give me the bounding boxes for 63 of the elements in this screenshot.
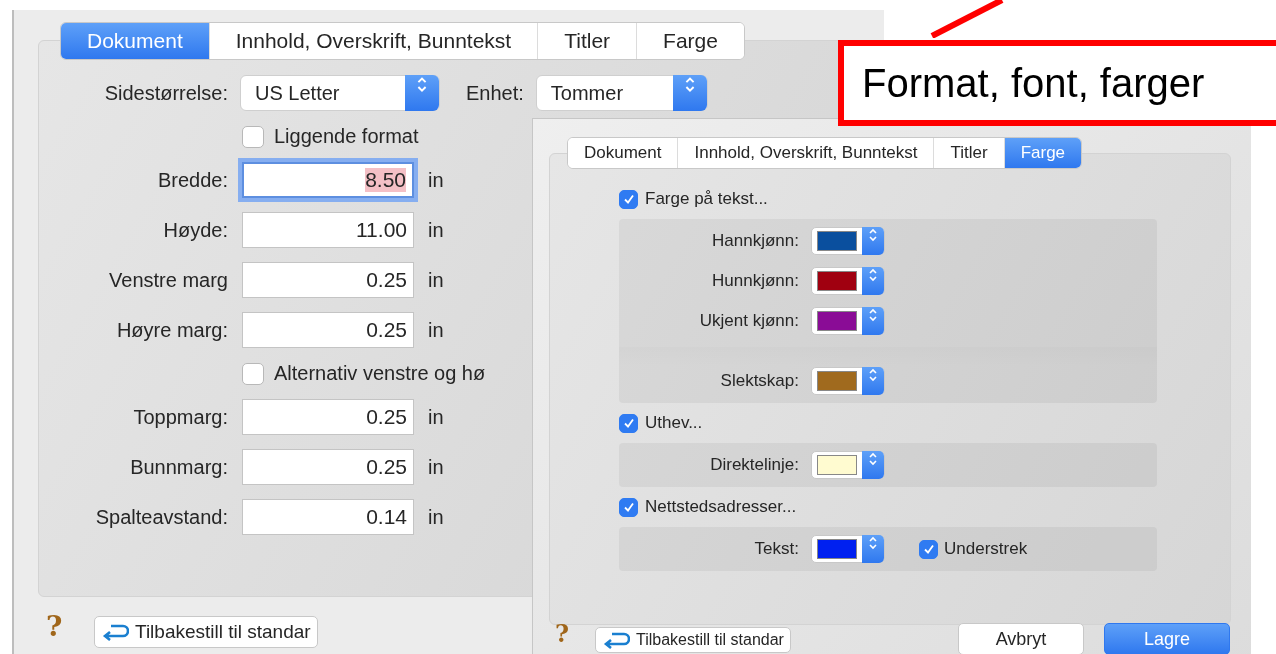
field-label: Bredde: bbox=[156, 168, 228, 192]
help-button[interactable]: ? bbox=[46, 610, 63, 643]
field-label: Toppmarg: bbox=[132, 405, 228, 429]
number-field[interactable]: 0.25 bbox=[242, 449, 414, 485]
color-well[interactable] bbox=[811, 367, 885, 395]
page-size-dropdown[interactable]: US Letter bbox=[240, 75, 440, 111]
reset-button[interactable]: Tilbakestill til standar bbox=[595, 627, 791, 653]
unit-dropdown[interactable]: Tommer bbox=[535, 75, 708, 111]
unit-label: in bbox=[428, 505, 444, 529]
checkmark-icon bbox=[622, 417, 635, 429]
field-label: Høyre marg: bbox=[115, 318, 228, 342]
number-field[interactable]: 0.14 bbox=[242, 499, 414, 535]
checkbox-label: Liggende format bbox=[274, 125, 419, 148]
number-field[interactable]: 11.00 bbox=[242, 212, 414, 248]
field-label: Bunnmarg: bbox=[129, 455, 228, 479]
stepper-icon bbox=[868, 367, 878, 383]
field-label: Høyde: bbox=[162, 218, 228, 242]
checkbox[interactable] bbox=[242, 362, 264, 385]
stepper-icon bbox=[868, 267, 878, 283]
stepper-icon bbox=[868, 451, 878, 467]
number-field[interactable]: 0.25 bbox=[242, 262, 414, 298]
color-label: Ukjent kjønn: bbox=[698, 311, 799, 331]
number-field[interactable]: 0.25 bbox=[242, 399, 414, 435]
cancel-button[interactable]: Avbryt bbox=[958, 623, 1084, 654]
tab[interactable]: Farge bbox=[636, 23, 744, 59]
reset-button[interactable]: Tilbakestill til standar bbox=[94, 616, 318, 648]
number-field[interactable]: 0.25 bbox=[242, 312, 414, 348]
stepper-icon bbox=[868, 535, 878, 551]
checkbox-label: Nettstedsadresser... bbox=[645, 497, 797, 517]
return-arrow-icon bbox=[602, 631, 630, 649]
color-well[interactable] bbox=[811, 267, 885, 295]
field-label: Enhet: bbox=[466, 81, 524, 105]
checkbox-label: Understrek bbox=[944, 539, 1028, 559]
color-label: Slektskap: bbox=[719, 371, 799, 391]
field-label: Spalteavstand: bbox=[94, 505, 228, 529]
checkmark-icon bbox=[622, 193, 635, 205]
unit-label: in bbox=[428, 218, 444, 242]
color-well[interactable] bbox=[811, 535, 885, 563]
color-label: Tekst: bbox=[753, 539, 799, 559]
help-button[interactable]: ? bbox=[555, 619, 570, 648]
unit-label: in bbox=[428, 405, 444, 429]
callout-text: Format, font, farger bbox=[838, 40, 1276, 126]
color-label: Hannkjønn: bbox=[711, 231, 799, 251]
unit-label: in bbox=[428, 268, 444, 292]
color-well[interactable] bbox=[811, 227, 885, 255]
unit-label: in bbox=[428, 318, 444, 342]
color-well[interactable] bbox=[811, 451, 885, 479]
checkbox[interactable] bbox=[242, 125, 264, 148]
stepper-icon bbox=[868, 307, 878, 323]
checkmark-icon bbox=[622, 501, 635, 513]
return-arrow-icon bbox=[101, 623, 129, 641]
checkbox-label: Uthev... bbox=[645, 413, 703, 433]
stepper-icon bbox=[868, 227, 878, 243]
field-label: Sidestørrelse: bbox=[103, 81, 228, 105]
unit-label: in bbox=[428, 455, 444, 479]
color-label: Direktelinje: bbox=[709, 455, 799, 475]
color-well[interactable] bbox=[811, 307, 885, 335]
unit-label: in bbox=[428, 168, 444, 192]
color-label: Hunnkjønn: bbox=[711, 271, 799, 291]
checkmark-icon bbox=[922, 543, 935, 555]
checkbox-label: Alternativ venstre og hø bbox=[274, 362, 486, 385]
field-label: Venstre marg bbox=[108, 268, 228, 292]
checkbox-label: Farge på tekst... bbox=[645, 189, 768, 209]
